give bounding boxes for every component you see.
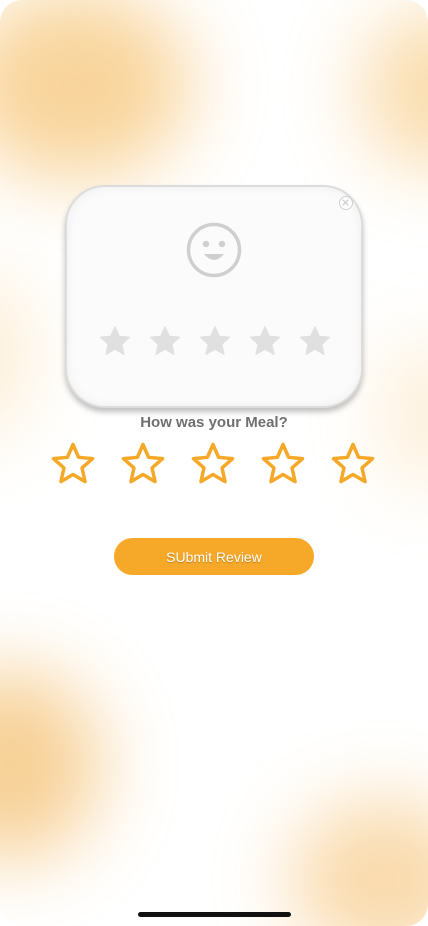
rating-illustration-card: [65, 185, 363, 408]
home-indicator: [138, 912, 291, 917]
star-filled-icon: [199, 326, 231, 355]
background-glow: [290, 800, 428, 926]
star-outline-icon[interactable]: [50, 441, 96, 487]
background-glow: [360, 10, 428, 170]
star-filled-icon: [249, 326, 281, 355]
smiley-face-icon: [186, 222, 242, 278]
review-screen: How was your Meal? SUbmit Review: [0, 0, 428, 926]
background-glow: [0, 0, 190, 180]
close-icon: [342, 199, 349, 206]
star-outline-icon[interactable]: [190, 441, 236, 487]
star-outline-icon[interactable]: [120, 441, 166, 487]
star-outline-icon[interactable]: [330, 441, 376, 487]
star-filled-icon: [99, 326, 131, 355]
star-filled-icon: [299, 326, 331, 355]
star-filled-icon: [149, 326, 181, 355]
background-glow: [0, 670, 100, 860]
star-rating-input[interactable]: [50, 441, 380, 487]
star-outline-icon[interactable]: [260, 441, 306, 487]
close-button[interactable]: [339, 196, 353, 210]
submit-review-button[interactable]: SUbmit Review: [114, 538, 314, 575]
illustration-stars: [99, 325, 331, 357]
question-text: How was your Meal?: [140, 414, 288, 431]
